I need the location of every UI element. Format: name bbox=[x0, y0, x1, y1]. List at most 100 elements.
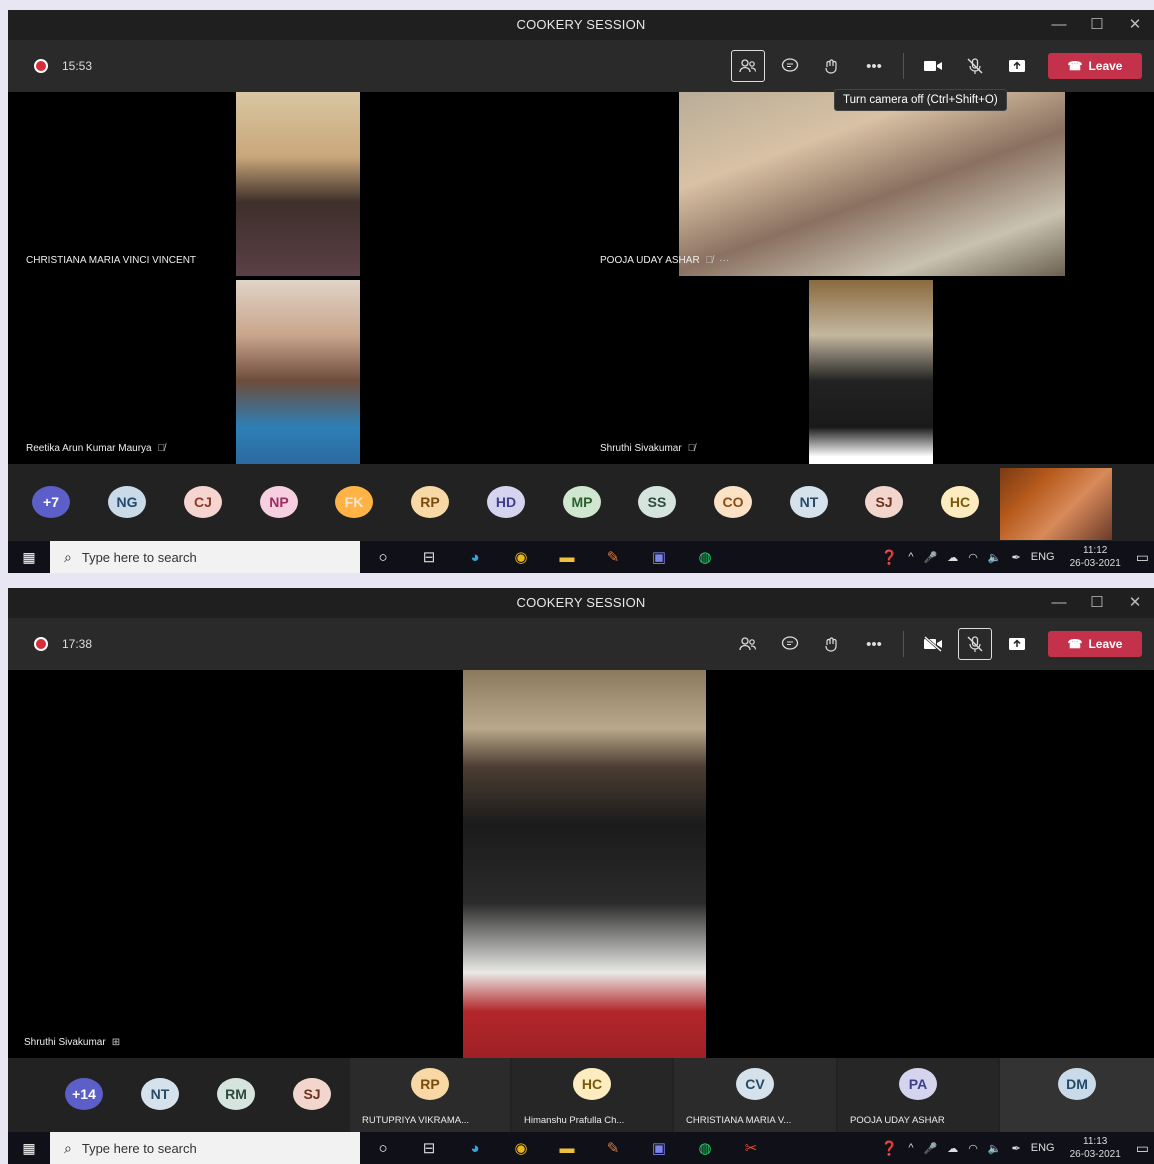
video-grid: CHRISTIANA MARIA VINCI VINCENT POOJA UDA… bbox=[12, 92, 1154, 464]
camera-off-icon[interactable] bbox=[916, 628, 950, 660]
file-explorer-icon[interactable]: ▬ bbox=[544, 549, 590, 566]
chrome-icon[interactable]: ◉ bbox=[498, 548, 544, 566]
taskbar-search-input[interactable]: ⌕ Type here to search bbox=[50, 1132, 360, 1164]
more-options-icon[interactable]: ··· bbox=[719, 255, 729, 266]
minimize-button[interactable]: — bbox=[1040, 10, 1078, 40]
pen-icon[interactable]: ✒ bbox=[1012, 1142, 1021, 1155]
cortana-icon[interactable]: ○ bbox=[360, 1140, 406, 1157]
taskbar-clock[interactable]: 11:13 26-03-2021 bbox=[1070, 1135, 1121, 1161]
teams-icon[interactable]: ▣ bbox=[636, 548, 682, 566]
spotlight-participant-video[interactable] bbox=[463, 670, 706, 1058]
share-icon[interactable] bbox=[1000, 628, 1034, 660]
chevron-up-icon[interactable]: ^ bbox=[908, 551, 913, 563]
whatsapp-icon[interactable]: ◍ bbox=[682, 1139, 728, 1157]
task-view-icon[interactable]: ⊟ bbox=[406, 1139, 452, 1157]
onedrive-icon[interactable]: ☁ bbox=[947, 1142, 958, 1155]
avatar[interactable]: HD bbox=[487, 486, 525, 518]
help-icon[interactable]: ❓ bbox=[881, 549, 898, 566]
edge-icon[interactable]: ◕ bbox=[452, 549, 498, 566]
avatar[interactable]: MP bbox=[563, 486, 601, 518]
avatar[interactable]: FK bbox=[335, 486, 373, 518]
cortana-icon[interactable]: ○ bbox=[360, 549, 406, 566]
wifi-icon[interactable]: ◠ bbox=[968, 1142, 978, 1155]
mic-off-icon[interactable] bbox=[958, 50, 992, 82]
wifi-icon[interactable]: ◠ bbox=[968, 551, 978, 564]
people-icon[interactable] bbox=[731, 50, 765, 82]
chat-icon[interactable] bbox=[773, 50, 807, 82]
language-indicator[interactable]: ENG bbox=[1031, 551, 1055, 563]
participant-video bbox=[809, 280, 933, 464]
avatar[interactable]: +7 bbox=[32, 486, 70, 518]
reactions-icon[interactable] bbox=[815, 50, 849, 82]
volume-icon[interactable]: 🔈 bbox=[988, 551, 1002, 564]
video-tile[interactable]: POOJA UDAY ASHAR 🎙̸ ··· bbox=[586, 92, 1154, 276]
task-view-icon[interactable]: ⊟ bbox=[406, 548, 452, 566]
pin-icon: ⊞ bbox=[111, 1037, 121, 1048]
close-button[interactable]: ✕ bbox=[1116, 10, 1154, 40]
self-view-video[interactable] bbox=[1000, 468, 1112, 540]
avatar[interactable]: RM bbox=[217, 1078, 255, 1110]
taskbar-clock[interactable]: 11:12 26-03-2021 bbox=[1070, 544, 1121, 570]
avatar-initials: RP bbox=[420, 494, 440, 510]
participant-tile[interactable]: RP RUTUPRIYA VIKRAMA... bbox=[350, 1058, 510, 1132]
volume-icon[interactable]: 🔈 bbox=[988, 1142, 1002, 1155]
maximize-button[interactable]: ☐ bbox=[1078, 588, 1116, 618]
language-indicator[interactable]: ENG bbox=[1031, 1142, 1055, 1154]
avatar[interactable]: CO bbox=[714, 486, 752, 518]
avatar[interactable]: NT bbox=[790, 486, 828, 518]
chrome-icon[interactable]: ◉ bbox=[498, 1139, 544, 1157]
participant-tile[interactable]: DM bbox=[1000, 1058, 1154, 1132]
help-icon[interactable]: ❓ bbox=[881, 1140, 898, 1157]
close-button[interactable]: ✕ bbox=[1116, 588, 1154, 618]
windows-start-icon[interactable]: ▦ bbox=[8, 1132, 50, 1164]
leave-button[interactable]: ☎ Leave bbox=[1048, 631, 1142, 657]
participant-tile[interactable]: HC Himanshu Prafulla Ch... bbox=[512, 1058, 672, 1132]
video-tile[interactable]: CHRISTIANA MARIA VINCI VINCENT bbox=[12, 92, 582, 276]
avatar[interactable]: SJ bbox=[865, 486, 903, 518]
avatar[interactable]: NG bbox=[108, 486, 146, 518]
taskbar-search-input[interactable]: ⌕ Type here to search bbox=[50, 541, 360, 573]
notifications-icon[interactable]: ▭ bbox=[1136, 1140, 1149, 1157]
more-icon[interactable]: ••• bbox=[857, 50, 891, 82]
avatar[interactable]: CJ bbox=[184, 486, 222, 518]
windows-start-icon[interactable]: ▦ bbox=[8, 541, 50, 573]
participant-tile[interactable]: PA POOJA UDAY ASHAR bbox=[838, 1058, 998, 1132]
avatar: RP bbox=[411, 1068, 449, 1100]
avatar: HC bbox=[573, 1068, 611, 1100]
avatar[interactable]: +14 bbox=[65, 1078, 103, 1110]
paint-icon[interactable]: ✎ bbox=[590, 1139, 636, 1157]
notifications-icon[interactable]: ▭ bbox=[1136, 549, 1149, 566]
minimize-button[interactable]: — bbox=[1040, 588, 1078, 618]
video-tile[interactable]: Shruthi Sivakumar 🎙̸ bbox=[586, 280, 1154, 464]
file-explorer-icon[interactable]: ▬ bbox=[544, 1140, 590, 1157]
edge-icon[interactable]: ◕ bbox=[452, 1140, 498, 1157]
participant-tile[interactable]: CV CHRISTIANA MARIA V... bbox=[674, 1058, 836, 1132]
more-icon[interactable]: ••• bbox=[857, 628, 891, 660]
chat-icon[interactable] bbox=[773, 628, 807, 660]
maximize-button[interactable]: ☐ bbox=[1078, 10, 1116, 40]
mic-off-icon: 🎙̸ bbox=[157, 443, 166, 454]
camera-icon[interactable] bbox=[916, 50, 950, 82]
whatsapp-icon[interactable]: ◍ bbox=[682, 548, 728, 566]
people-icon[interactable] bbox=[731, 628, 765, 660]
mic-off-icon[interactable] bbox=[958, 628, 992, 660]
paint-icon[interactable]: ✎ bbox=[590, 548, 636, 566]
onedrive-icon[interactable]: ☁ bbox=[947, 551, 958, 564]
microphone-icon[interactable]: 🎤 bbox=[924, 1142, 938, 1155]
teams-icon[interactable]: ▣ bbox=[636, 1139, 682, 1157]
video-tile[interactable]: Reetika Arun Kumar Maurya 🎙̸ bbox=[12, 280, 582, 464]
microphone-icon[interactable]: 🎤 bbox=[924, 551, 938, 564]
snipping-tool-icon[interactable]: ✂ bbox=[728, 1139, 774, 1157]
avatar[interactable]: HC bbox=[941, 486, 979, 518]
avatar[interactable]: NP bbox=[260, 486, 298, 518]
pen-icon[interactable]: ✒ bbox=[1012, 551, 1021, 564]
avatar[interactable]: SS bbox=[638, 486, 676, 518]
reactions-icon[interactable] bbox=[815, 628, 849, 660]
chevron-up-icon[interactable]: ^ bbox=[908, 1142, 913, 1154]
leave-button[interactable]: ☎ Leave bbox=[1048, 53, 1142, 79]
avatar[interactable]: SJ bbox=[293, 1078, 331, 1110]
avatar[interactable]: RP bbox=[411, 486, 449, 518]
share-icon[interactable] bbox=[1000, 50, 1034, 82]
avatar[interactable]: NT bbox=[141, 1078, 179, 1110]
meeting-toolbar: 17:38 ••• ☎ Leave bbox=[8, 618, 1154, 670]
